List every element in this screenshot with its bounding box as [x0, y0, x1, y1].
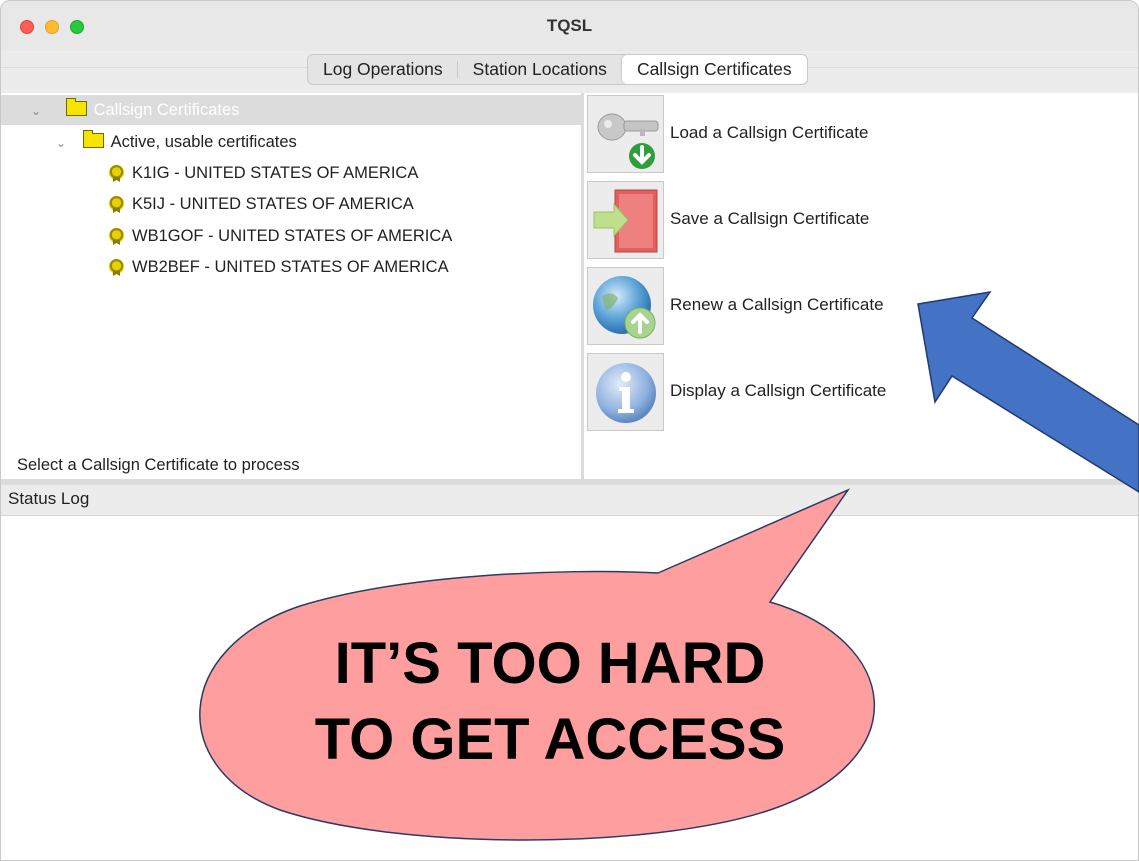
status-log-title: Status Log: [1, 485, 1138, 515]
info-icon: [596, 363, 656, 423]
folder-icon: [82, 130, 104, 148]
tree-root-callsign-certificates[interactable]: ⌄ Callsign Certificates: [1, 95, 581, 125]
tree-status-text: Select a Callsign Certificate to process: [17, 456, 300, 474]
tree-root-label: Callsign Certificates: [93, 101, 240, 119]
certificate-label: WB2BEF - UNITED STATES OF AMERICA: [132, 258, 449, 276]
tab-group: Log Operations Station Locations Callsig…: [307, 54, 808, 85]
certificate-item[interactable]: K5IJ - UNITED STATES OF AMERICA: [109, 189, 414, 219]
window-title: TQSL: [546, 16, 593, 35]
certificate-item[interactable]: WB2BEF - UNITED STATES OF AMERICA: [109, 252, 449, 282]
certificate-item[interactable]: WB1GOF - UNITED STATES OF AMERICA: [109, 221, 452, 251]
certificate-icon: [109, 196, 124, 211]
save-certificate-button[interactable]: [587, 181, 664, 259]
globe-upload-icon: [593, 276, 656, 339]
certificate-icon: [109, 165, 124, 180]
tab-callsign-certificates[interactable]: Callsign Certificates: [621, 55, 807, 84]
renew-certificate-button[interactable]: [587, 267, 664, 345]
display-certificate-button[interactable]: [587, 353, 664, 431]
door-save-icon: [593, 189, 658, 253]
load-certificate-label[interactable]: Load a Callsign Certificate: [670, 123, 868, 143]
certificate-label: K1IG - UNITED STATES OF AMERICA: [132, 164, 419, 182]
display-certificate-label[interactable]: Display a Callsign Certificate: [670, 381, 886, 401]
save-certificate-label[interactable]: Save a Callsign Certificate: [670, 209, 869, 229]
certificate-label: K5IJ - UNITED STATES OF AMERICA: [132, 195, 414, 213]
callout-text-line-1: IT’S TOO HARD: [334, 631, 766, 696]
title-bar: TQSL: [1, 1, 1138, 52]
certificate-label: WB1GOF - UNITED STATES OF AMERICA: [132, 227, 453, 245]
certificate-tree[interactable]: ⌄ Callsign Certificates ⌄ Active, usable…: [1, 93, 581, 479]
tab-station-locations[interactable]: Station Locations: [458, 55, 622, 84]
chevron-down-icon[interactable]: ⌄: [31, 96, 41, 126]
folder-icon: [65, 98, 87, 116]
tree-group-active-certificates[interactable]: ⌄ Active, usable certificates: [56, 127, 297, 157]
renew-certificate-label[interactable]: Renew a Callsign Certificate: [670, 295, 884, 315]
certificate-item[interactable]: K1IG - UNITED STATES OF AMERICA: [109, 158, 418, 188]
callout-text-line-2: TO GET ACCESS: [314, 707, 786, 772]
actions-panel: Load a Callsign Certificate Save a Calls…: [584, 93, 1138, 479]
certificate-icon: [109, 228, 124, 243]
chevron-down-icon[interactable]: ⌄: [56, 128, 66, 158]
tab-log-operations[interactable]: Log Operations: [308, 55, 458, 84]
key-download-icon: [597, 113, 659, 169]
tree-group-label: Active, usable certificates: [110, 133, 297, 151]
certificate-icon: [109, 259, 124, 274]
load-certificate-button[interactable]: [587, 95, 664, 173]
